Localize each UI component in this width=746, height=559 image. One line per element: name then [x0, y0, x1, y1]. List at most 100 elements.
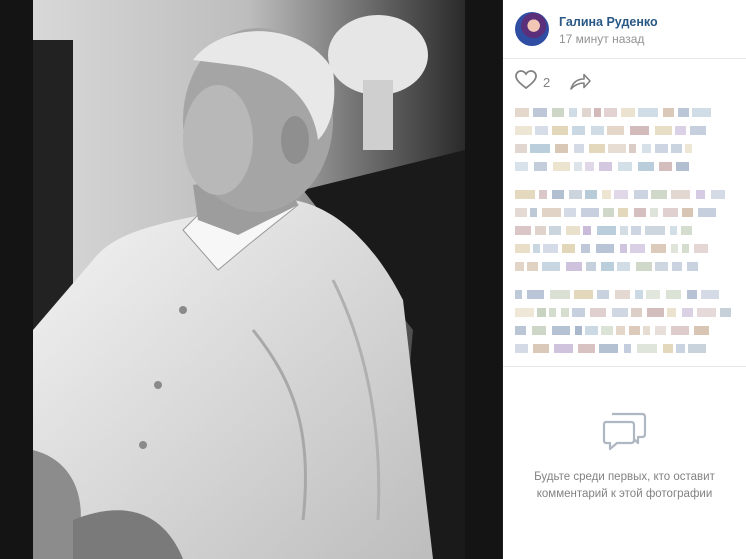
pixel-block: [569, 108, 577, 117]
author-name[interactable]: Галина Руденко: [559, 15, 658, 29]
pixel-block: [552, 326, 570, 335]
pixel-block: [535, 226, 546, 235]
pixel-block: [552, 190, 564, 199]
pixel-block: [615, 290, 630, 299]
pixel-block: [711, 190, 725, 199]
pixel-block: [515, 226, 531, 235]
pixel-block: [629, 326, 640, 335]
post-time[interactable]: 17 минут назад: [559, 32, 644, 46]
pixel-block: [578, 344, 595, 353]
pixel-block: [515, 126, 532, 135]
speech-bubbles-icon: [602, 412, 648, 456]
pixel-block: [618, 162, 632, 171]
pixel-block: [515, 308, 534, 317]
like-count: 2: [543, 74, 551, 90]
pixel-block: [612, 308, 628, 317]
pixel-block: [566, 262, 582, 271]
pixel-block: [533, 244, 540, 253]
pixel-block: [515, 162, 528, 171]
pixel-block: [651, 244, 666, 253]
pixel-block: [583, 226, 591, 235]
photo[interactable]: [33, 0, 465, 559]
pixel-block: [599, 344, 618, 353]
pixel-block: [554, 344, 573, 353]
comments-empty-text: Будьте среди первых, кто оставит коммент…: [503, 469, 746, 503]
pixel-block: [530, 144, 550, 153]
pixel-block: [569, 190, 582, 199]
post-header: Галина Руденко 17 минут назад: [503, 0, 746, 59]
pixel-block: [675, 126, 686, 135]
pixel-block: [566, 226, 580, 235]
pixel-block: [672, 262, 682, 271]
avatar[interactable]: [515, 12, 549, 46]
pixel-block: [701, 290, 719, 299]
pixel-block: [617, 262, 630, 271]
pixel-block: [589, 144, 605, 153]
pixel-block: [663, 208, 678, 217]
pixel-block: [671, 144, 682, 153]
pixel-block: [515, 244, 530, 253]
pixel-block: [555, 144, 568, 153]
pixel-block: [527, 262, 538, 271]
pixel-block: [582, 108, 591, 117]
pixel-block: [638, 108, 658, 117]
pixel-block: [690, 126, 706, 135]
pixel-block: [608, 144, 626, 153]
pixel-block: [670, 226, 677, 235]
pixel-block: [634, 208, 646, 217]
pixel-block: [597, 290, 609, 299]
pixel-block: [687, 262, 698, 271]
pixel-block: [643, 326, 650, 335]
pixel-block: [515, 190, 535, 199]
pixel-block: [676, 344, 685, 353]
like-button[interactable]: 2: [515, 69, 551, 92]
pixel-block: [687, 290, 697, 299]
pixel-block: [655, 262, 668, 271]
pixel-block: [581, 208, 599, 217]
pixel-block: [550, 290, 570, 299]
pixel-block: [618, 208, 628, 217]
pixel-block: [636, 262, 652, 271]
pixel-block: [530, 208, 537, 217]
pixel-block: [607, 126, 624, 135]
comments-empty-line2: комментарий к этой фотографии: [536, 488, 713, 500]
photo-viewer: [0, 0, 502, 559]
pixel-block: [720, 308, 731, 317]
pixel-block: [601, 326, 613, 335]
pixel-block: [586, 262, 596, 271]
pixel-block: [671, 326, 689, 335]
pixel-block: [603, 208, 614, 217]
pixel-block: [594, 108, 601, 117]
pixel-block: [614, 190, 628, 199]
pixel-block: [597, 226, 616, 235]
pixel-block: [685, 144, 692, 153]
pixel-block: [663, 108, 674, 117]
pixel-block: [553, 162, 570, 171]
share-arrow-icon: [569, 73, 591, 96]
pixel-block: [552, 126, 568, 135]
pixel-block: [696, 190, 705, 199]
pixel-block: [590, 308, 606, 317]
comments-empty-state: Будьте среди первых, кто оставит коммент…: [503, 410, 746, 503]
pixel-block: [596, 244, 614, 253]
pixel-block: [694, 326, 709, 335]
pixel-block: [532, 326, 546, 335]
pixel-block: [630, 126, 649, 135]
pixel-block: [535, 126, 548, 135]
pixel-block: [634, 190, 648, 199]
pixel-block: [572, 308, 585, 317]
pixel-block: [515, 290, 522, 299]
pixel-block: [637, 344, 657, 353]
pixel-block: [542, 262, 560, 271]
pixel-block: [671, 190, 690, 199]
photo-image: [33, 0, 465, 559]
pixel-block: [678, 108, 689, 117]
pixel-block: [624, 344, 631, 353]
pixel-block: [655, 326, 666, 335]
pixel-block: [642, 144, 651, 153]
pixel-block: [574, 144, 584, 153]
info-panel: Галина Руденко 17 минут назад 2 Будьте с…: [503, 0, 746, 559]
share-button[interactable]: [569, 72, 591, 97]
pixel-block: [630, 244, 645, 253]
pixel-block: [561, 308, 569, 317]
